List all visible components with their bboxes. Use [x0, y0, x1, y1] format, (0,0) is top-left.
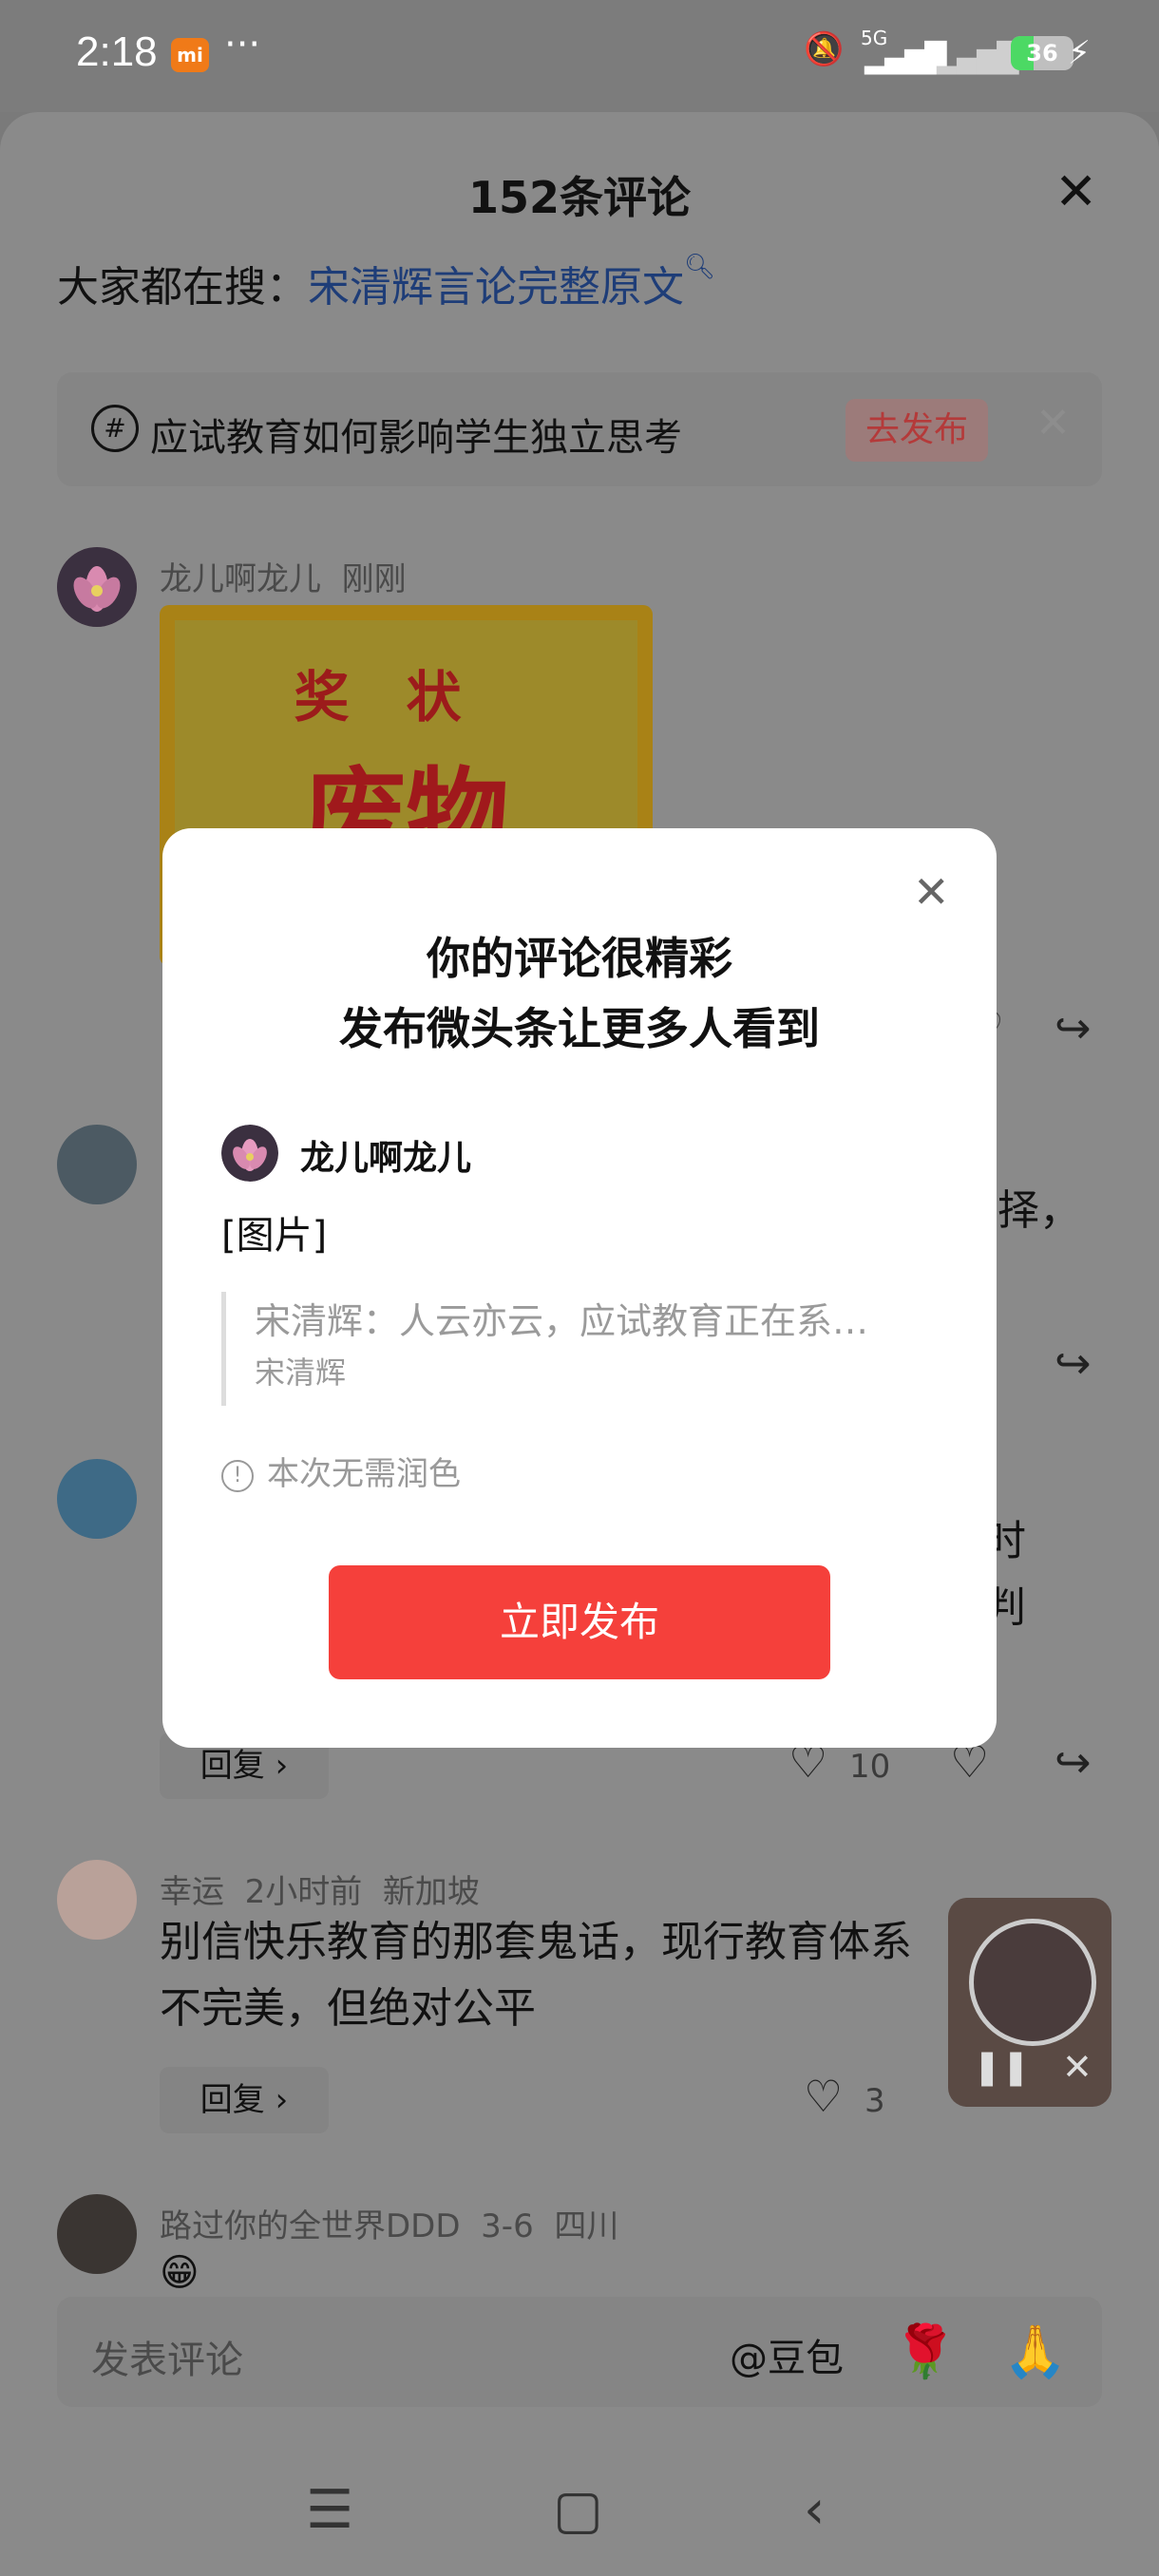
- comment-input-placeholder[interactable]: 发表评论: [91, 2329, 243, 2384]
- username[interactable]: 龙儿啊龙儿: [160, 560, 321, 598]
- charging-icon: ⚡: [1068, 34, 1091, 72]
- dialog-close-icon[interactable]: ✕: [913, 866, 950, 918]
- clock: 2:18: [76, 28, 158, 75]
- avatar[interactable]: [57, 1125, 137, 1204]
- pray-emoji-button[interactable]: 🙏: [1003, 2321, 1067, 2382]
- topic-publish-button[interactable]: 去发布: [846, 399, 988, 462]
- comment-location: 四川: [554, 2207, 619, 2245]
- album-disc[interactable]: [969, 1919, 1096, 2046]
- share-icon[interactable]: ↪: [1054, 1736, 1092, 1788]
- comment-input-bar[interactable]: 发表评论 @豆包 🌹 🙏: [57, 2297, 1102, 2407]
- back-icon[interactable]: ‹: [804, 2479, 825, 2541]
- rose-emoji-button[interactable]: 🌹: [893, 2321, 957, 2382]
- signal-2-icon: ▂▄▆█: [937, 42, 1018, 75]
- quote-author: 宋清辉: [255, 1354, 347, 1391]
- dialog-username: 龙儿啊龙儿: [300, 1139, 472, 1178]
- mention-button[interactable]: @豆包: [730, 2327, 844, 2382]
- avatar[interactable]: [57, 2194, 137, 2274]
- award-title: 奖状: [294, 665, 519, 729]
- comment-text: 别信快乐教育的那套鬼话，现行教育体系: [160, 1918, 912, 1966]
- battery-level: 36: [1026, 40, 1058, 66]
- signal-icon: ▂▄▆█: [864, 42, 946, 75]
- floating-player[interactable]: ❚❚ ✕: [948, 1898, 1112, 2107]
- publish-dialog: ✕ 你的评论很精彩 发布微头条让更多人看到 龙儿啊龙儿 [图片] 宋清辉：人云亦…: [162, 828, 997, 1748]
- share-icon[interactable]: ↪: [1054, 1337, 1092, 1389]
- reply-label: 回复: [200, 2081, 265, 2119]
- search-icon: 🔍︎: [684, 253, 716, 281]
- pause-icon[interactable]: ❚❚: [973, 2048, 1030, 2087]
- battery-indicator: 36: [1011, 36, 1074, 70]
- avatar[interactable]: [57, 1459, 137, 1539]
- comment-time: 3-6: [481, 2207, 534, 2245]
- reply-button[interactable]: 回复 ›: [160, 2067, 329, 2133]
- lotus-avatar-icon: [221, 1125, 278, 1182]
- comment-meta: 幸运 2小时前 新加坡: [160, 1866, 480, 1912]
- comment-emoji: 😁: [160, 2251, 200, 2289]
- avatar[interactable]: [57, 547, 137, 627]
- dialog-avatar: [221, 1125, 278, 1182]
- comment-count-title: 152条评论: [467, 172, 692, 223]
- avatar[interactable]: [57, 1860, 137, 1940]
- like-count: 3: [864, 2082, 885, 2120]
- system-nav-bar: ☰ ▢ ‹: [0, 2451, 1159, 2576]
- comment-text-fragment: 择，: [998, 1186, 1081, 1235]
- mute-icon: 🔕: [804, 30, 845, 68]
- topic-text[interactable]: 应试教育如何影响学生独立思考: [150, 407, 682, 462]
- info-icon: !: [221, 1459, 254, 1492]
- mi-app-icon: mi: [171, 38, 209, 72]
- dialog-title-line1: 你的评论很精彩: [427, 933, 732, 984]
- player-close-icon[interactable]: ✕: [1062, 2046, 1092, 2088]
- comment-text: 不完美，但绝对公平: [160, 1984, 536, 2033]
- dialog-title: 你的评论很精彩 发布微头条让更多人看到: [162, 923, 997, 1064]
- comment-time: 2小时前: [244, 1873, 363, 1911]
- username[interactable]: 路过你的全世界DDD: [160, 2207, 461, 2245]
- quote-text: 宋清辉：人云亦云，应试教育正在系…: [255, 1300, 869, 1342]
- topic-banner: # 应试教育如何影响学生独立思考 去发布 ✕: [57, 372, 1102, 486]
- topic-close-icon[interactable]: ✕: [1036, 399, 1071, 447]
- share-icon[interactable]: ↪: [1054, 1002, 1092, 1053]
- hashtag-icon: #: [91, 405, 139, 452]
- lotus-avatar-icon: [57, 547, 137, 627]
- close-icon[interactable]: ✕: [1054, 161, 1097, 221]
- polish-note-text: 本次无需润色: [267, 1455, 461, 1493]
- dialog-title-line2: 发布微头条让更多人看到: [339, 1003, 820, 1054]
- dialog-comment-body: [图片]: [221, 1214, 328, 1258]
- home-icon[interactable]: ▢: [553, 2479, 603, 2541]
- comment-meta: 路过你的全世界DDD 3-6 四川: [160, 2200, 618, 2246]
- reply-label: 回复: [200, 1747, 265, 1785]
- username[interactable]: 幸运: [160, 1873, 224, 1911]
- publish-now-button[interactable]: 立即发布: [329, 1565, 830, 1679]
- hot-search: 大家都在搜：宋清辉言论完整原文🔍︎: [57, 253, 715, 313]
- hot-search-prefix: 大家都在搜：: [57, 263, 308, 312]
- menu-icon[interactable]: ☰: [306, 2479, 353, 2541]
- polish-note: ! 本次无需润色: [221, 1448, 461, 1494]
- more-notifications-icon: ···: [224, 23, 261, 66]
- comment-location: 新加坡: [382, 1873, 480, 1911]
- like-icon[interactable]: ♡: [804, 2071, 843, 2122]
- comment-username[interactable]: 龙儿啊龙儿 刚刚: [160, 553, 407, 599]
- dialog-quote: 宋清辉：人云亦云，应试教育正在系… 宋清辉: [221, 1292, 948, 1406]
- comment-time: 刚刚: [341, 560, 407, 598]
- status-bar: 2:18 mi ··· 🔕 5G ▂▄▆█ ▂▄▆█ 36 ⚡: [0, 0, 1159, 112]
- like-count: 10: [849, 1748, 891, 1786]
- hot-search-link[interactable]: 宋清辉言论完整原文: [308, 263, 684, 312]
